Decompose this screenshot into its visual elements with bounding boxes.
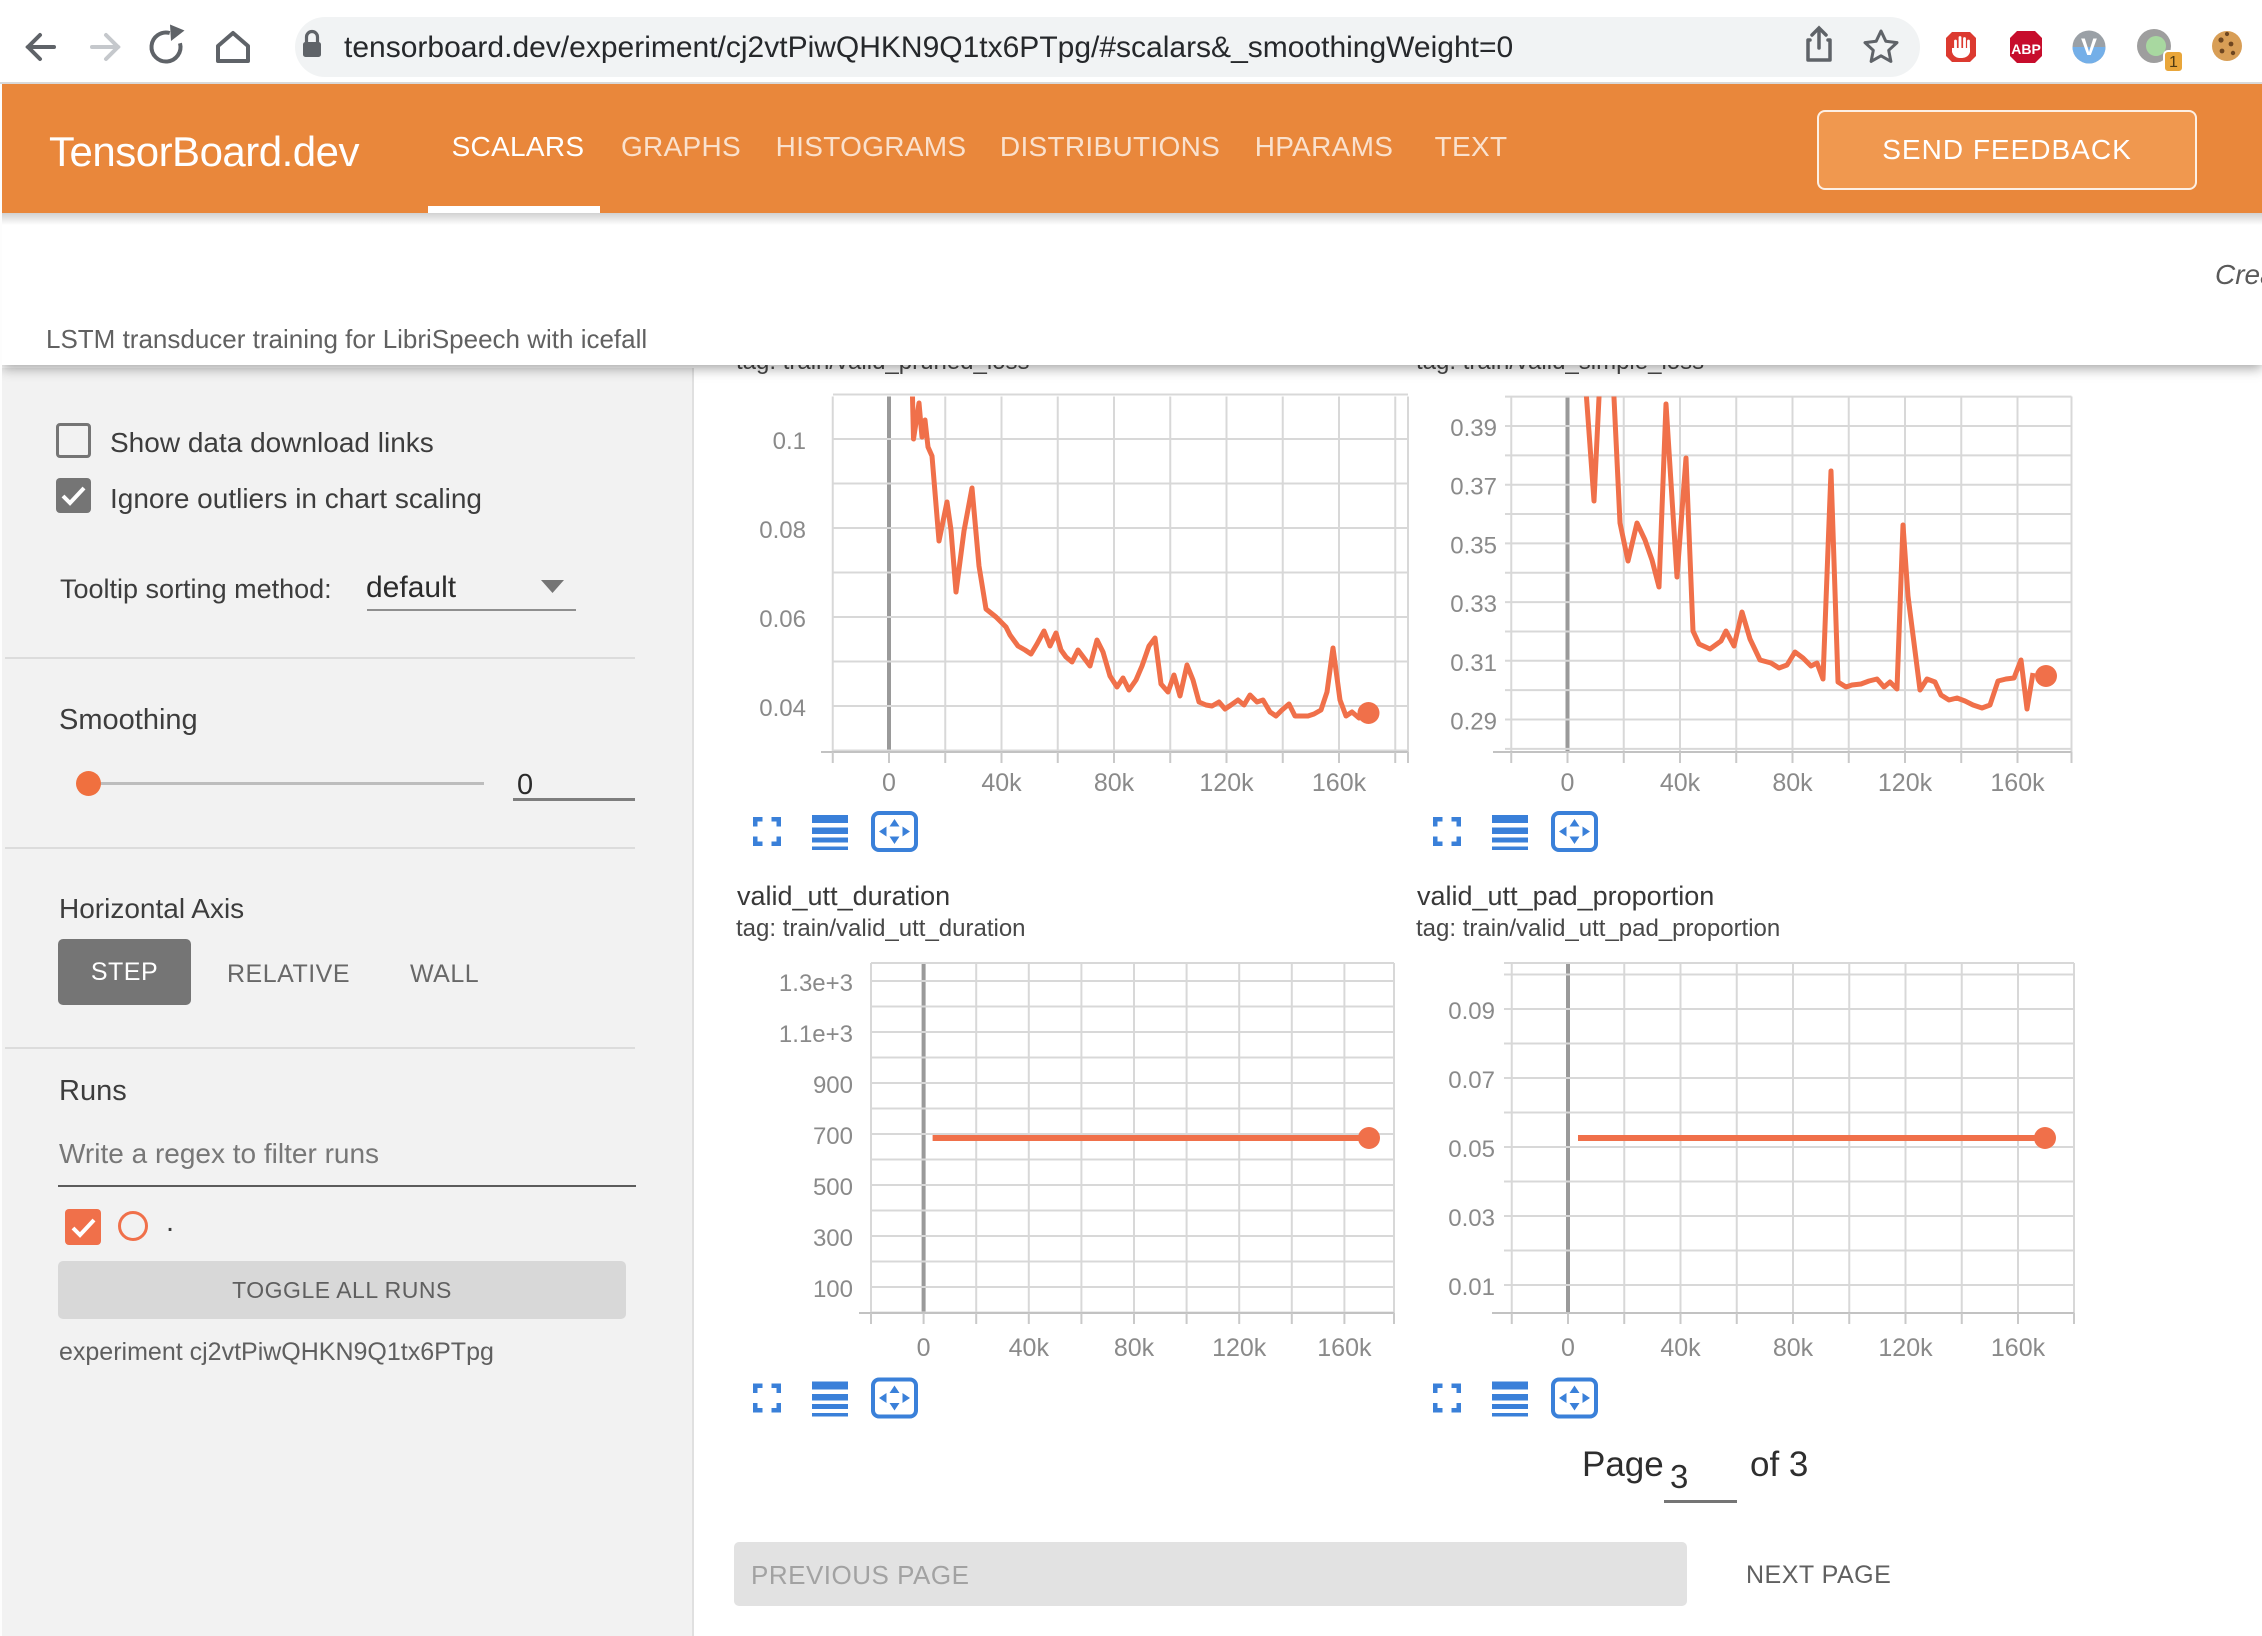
svg-text:1: 1 [2169, 54, 2178, 71]
svg-text:tensorboard.dev/experiment/cj2: tensorboard.dev/experiment/cj2vtPiwQHKN9… [344, 31, 1513, 64]
svg-text:V: V [2081, 34, 2097, 61]
svg-text:ABP: ABP [2011, 41, 2041, 57]
